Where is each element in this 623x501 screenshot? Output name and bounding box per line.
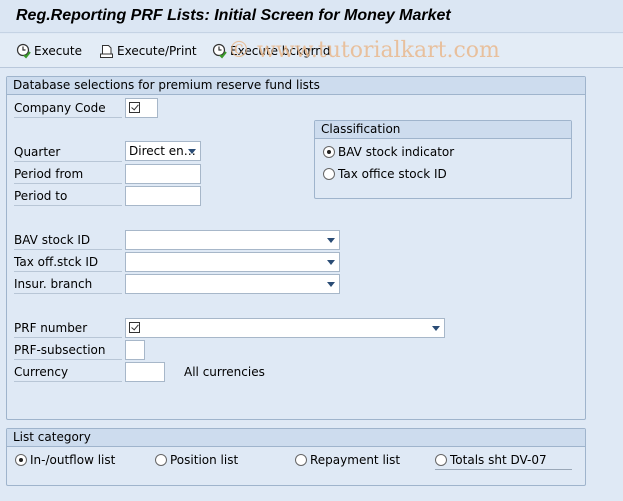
execute-button[interactable]: Execute [16,42,82,60]
required-checkmark-icon [129,102,140,113]
radio-tax-office-stock-id[interactable]: Tax office stock ID [323,165,447,183]
radio-repayment-list[interactable]: Repayment list [295,451,400,469]
execute-background-label: Execute bckgrnd [230,44,331,58]
radio-position-list[interactable]: Position list [155,451,238,469]
bav-stock-id-label: BAV stock ID [14,230,122,250]
repayment-list-label: Repayment list [310,453,401,467]
tax-off-stck-id-label: Tax off.stck ID [14,252,122,272]
chevron-down-icon [188,149,196,154]
bav-stock-id-dropdown[interactable] [125,230,340,250]
tax-off-stck-id-dropdown[interactable] [125,252,340,272]
execute-clock-icon [212,43,228,59]
period-from-label: Period from [14,164,122,184]
company-code-input[interactable] [125,98,158,118]
required-checkmark-icon [129,322,140,333]
prf-subsection-label: PRF-subsection [14,340,122,360]
position-list-label: Position list [170,453,239,467]
currency-hint: All currencies [184,365,265,379]
radio-unselected-icon [155,454,167,466]
chevron-down-icon [327,238,335,243]
radio-unselected-icon [323,168,335,180]
radio-bav-stock-indicator[interactable]: BAV stock indicator [323,143,454,161]
execute-clock-icon [16,43,32,59]
printer-icon [99,43,115,59]
radio-in-outflow-list[interactable]: In-/outflow list [15,451,115,469]
insur-branch-label: Insur. branch [14,274,122,294]
chevron-down-icon [432,326,440,331]
prf-number-label: PRF number [14,318,122,338]
radio-unselected-icon [435,454,447,466]
period-to-label: Period to [14,186,122,206]
quarter-label: Quarter [14,142,122,162]
radio-unselected-icon [295,454,307,466]
period-from-input[interactable] [125,164,201,184]
page-title: Reg.Reporting PRF Lists: Initial Screen … [16,7,451,24]
company-code-label: Company Code [14,98,122,118]
chevron-down-icon [327,260,335,265]
prf-subsection-input[interactable] [125,340,145,360]
db-selections-header: Database selections for premium reserve … [7,77,585,95]
execute-label: Execute [34,44,82,58]
quarter-value: Direct en… [129,144,196,158]
period-to-input[interactable] [125,186,201,206]
execute-print-label: Execute/Print [117,44,197,58]
currency-input[interactable] [125,362,165,382]
prf-number-dropdown[interactable] [125,318,445,338]
chevron-down-icon [327,282,335,287]
in-outflow-list-label: In-/outflow list [30,453,116,467]
execute-print-button[interactable]: Execute/Print [99,42,197,60]
list-category-header: List category [7,429,585,447]
radio-selected-icon [323,146,335,158]
classification-header: Classification [315,121,571,139]
bav-stock-indicator-label: BAV stock indicator [338,145,455,159]
insur-branch-dropdown[interactable] [125,274,340,294]
totals-sht-dv07-label: Totals sht DV-07 [450,453,547,467]
title-bar: Reg.Reporting PRF Lists: Initial Screen … [0,0,623,33]
radio-selected-icon [15,454,27,466]
tax-office-stock-id-label: Tax office stock ID [338,167,447,181]
execute-background-button[interactable]: Execute bckgrnd [212,42,331,60]
quarter-dropdown[interactable]: Direct en… [125,141,201,161]
currency-label: Currency [14,362,122,382]
application-toolbar: Execute Execute/Print Execute bckgrnd [0,34,623,68]
radio-totals-sht-dv07[interactable]: Totals sht DV-07 [435,451,572,470]
